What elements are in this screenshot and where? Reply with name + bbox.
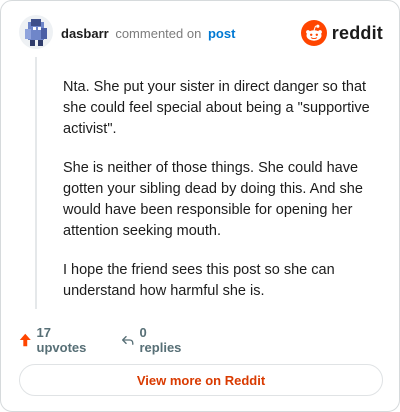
view-more-label: View more on Reddit (136, 372, 266, 388)
comment-header: dasbarr commented on post reddit (19, 15, 383, 51)
comment-body: Nta. She put your sister in direct dange… (63, 77, 379, 320)
comment-meta: dasbarr commented on post (61, 26, 235, 42)
upvote-arrow-icon (19, 333, 31, 347)
comment-paragraph: She is neither of those things. She coul… (63, 160, 363, 239)
reddit-logo[interactable]: reddit (300, 20, 383, 46)
replies-count: 0 replies (139, 325, 182, 355)
view-more-button[interactable]: View more on Reddit (19, 364, 383, 396)
reply-arrow-icon (122, 335, 134, 345)
thread-line (35, 57, 37, 309)
comment-paragraph: I hope the friend sees this post so she … (63, 262, 335, 299)
embedded-comment-card: dasbarr commented on post reddit Nta. Sh… (0, 0, 400, 412)
post-link[interactable]: post (208, 26, 235, 41)
upvotes-stat[interactable]: 17 upvotes (19, 325, 90, 355)
reddit-snoo-icon (300, 20, 327, 46)
comment-action-text: commented on (115, 26, 202, 41)
username-link[interactable]: dasbarr (61, 26, 109, 41)
comment-paragraph: Nta. She put your sister in direct dange… (63, 79, 370, 137)
user-avatar[interactable] (19, 15, 53, 49)
replies-stat[interactable]: 0 replies (121, 325, 184, 355)
upvotes-count: 17 upvotes (36, 325, 87, 355)
logo-wordmark: reddit (331, 22, 383, 43)
